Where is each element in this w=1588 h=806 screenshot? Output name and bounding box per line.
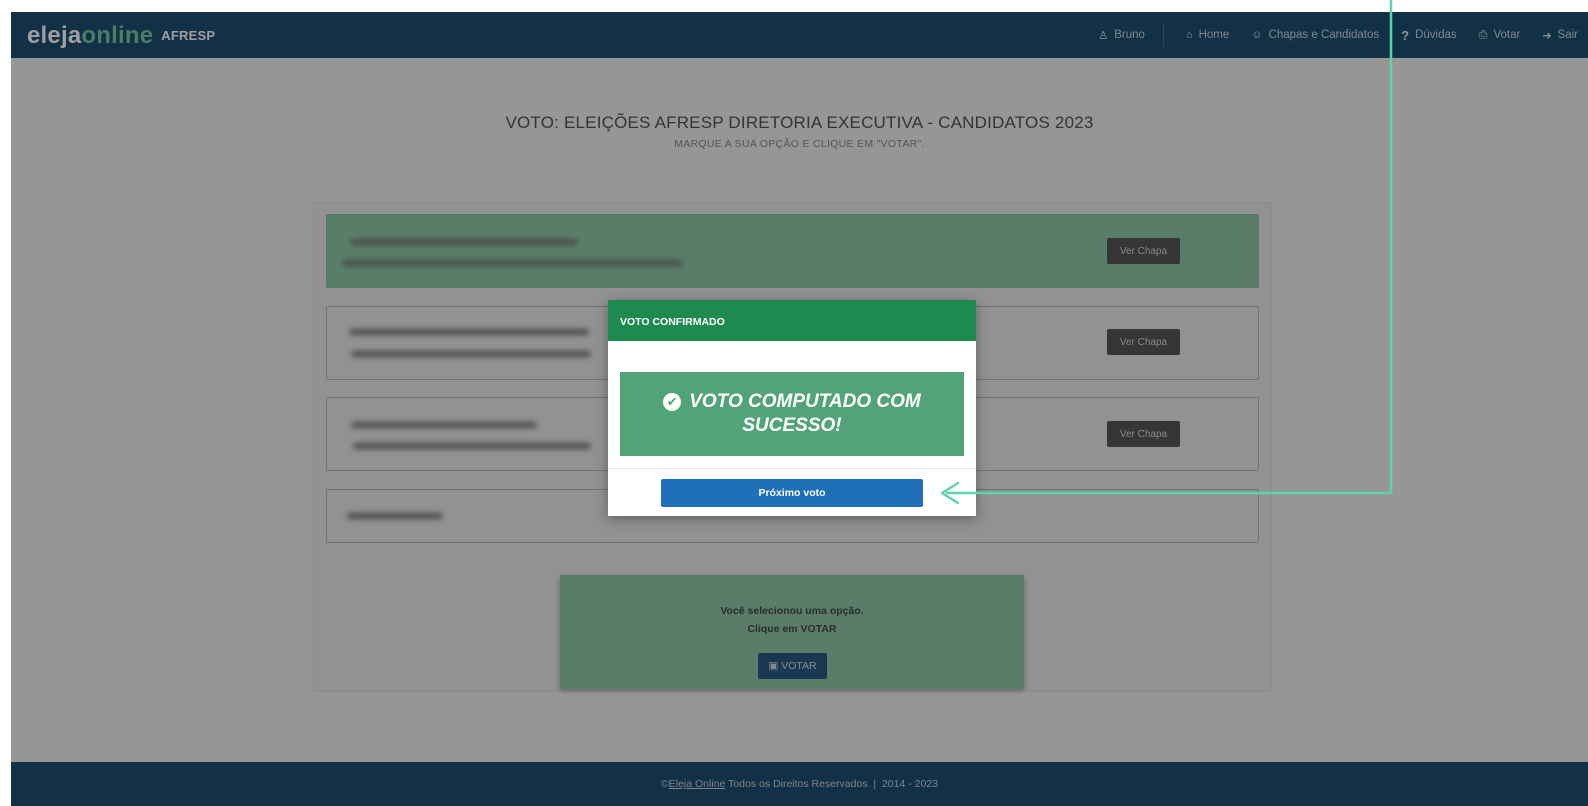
check-circle-icon: ✔: [663, 393, 682, 411]
next-vote-button[interactable]: Próximo voto: [661, 479, 923, 507]
modal-header: VOTO CONFIRMADO: [608, 300, 976, 341]
modal-divider: [608, 468, 976, 469]
success-message: ✔ VOTO COMPUTADO COM SUCESSO!: [620, 372, 964, 456]
vote-confirmed-modal: VOTO CONFIRMADO ✔ VOTO COMPUTADO COM SUCE…: [608, 300, 976, 516]
